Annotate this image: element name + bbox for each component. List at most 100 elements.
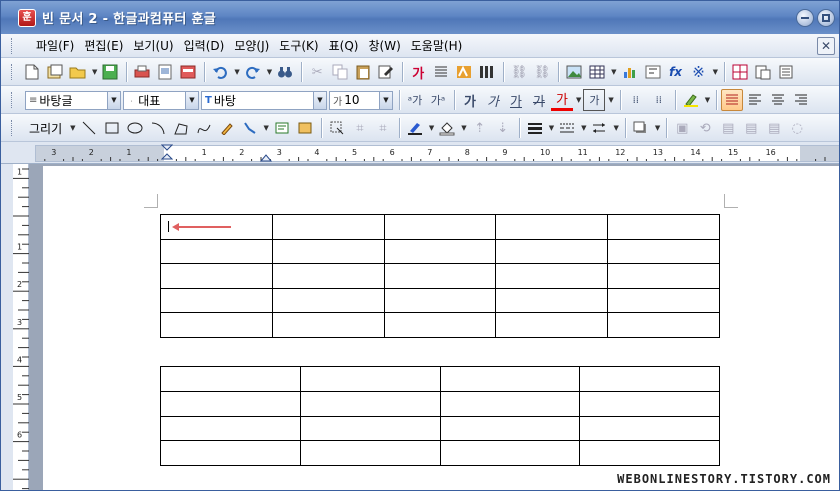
table-cell[interactable] bbox=[439, 366, 581, 392]
page-layout-icon[interactable] bbox=[729, 61, 751, 83]
table-cell[interactable] bbox=[299, 366, 441, 392]
table-cell[interactable] bbox=[607, 263, 720, 289]
table-cell[interactable] bbox=[160, 238, 273, 265]
align-justify-button[interactable] bbox=[721, 89, 744, 111]
table-cell[interactable] bbox=[495, 312, 609, 338]
more-icon[interactable]: ◌ bbox=[786, 117, 808, 139]
table-cell[interactable] bbox=[495, 263, 609, 289]
style-select[interactable]: ≡ 바탕글 ▼ bbox=[25, 90, 121, 110]
line-color-icon[interactable] bbox=[404, 117, 426, 139]
table-5x5[interactable] bbox=[160, 214, 720, 338]
maximize-button[interactable] bbox=[817, 9, 835, 27]
bring-forward-icon[interactable]: ⇡ bbox=[469, 117, 491, 139]
new-window-icon[interactable] bbox=[44, 61, 66, 83]
ungroup-icon[interactable]: ⌗ bbox=[372, 117, 394, 139]
chevron-down-icon[interactable]: ▼ bbox=[313, 91, 326, 109]
bold-button[interactable]: 가 bbox=[459, 89, 481, 111]
table-cell[interactable] bbox=[160, 366, 301, 392]
table-cell[interactable] bbox=[607, 312, 720, 338]
increase-font-icon[interactable]: 가ᵃ bbox=[427, 89, 449, 111]
menu-format[interactable]: 모양(J) bbox=[229, 36, 274, 56]
rotate-icon[interactable]: ⟲ bbox=[694, 117, 716, 139]
highlight-pen-icon[interactable] bbox=[680, 89, 702, 111]
table-cell[interactable] bbox=[439, 390, 581, 417]
draw-textbox-icon[interactable] bbox=[271, 117, 293, 139]
table-cell[interactable] bbox=[495, 238, 609, 265]
strikethrough-button[interactable]: 가 bbox=[528, 89, 550, 111]
table-cell[interactable] bbox=[299, 415, 441, 442]
symbol-icon[interactable]: ※ bbox=[688, 61, 710, 83]
menu-help[interactable]: 도움말(H) bbox=[406, 36, 468, 56]
copy-icon[interactable] bbox=[329, 61, 351, 83]
line-color-dropdown-icon[interactable]: ▼ bbox=[429, 124, 434, 132]
font-size-select[interactable]: 가 10 ▼ bbox=[329, 90, 393, 110]
open-folder-icon[interactable] bbox=[67, 61, 89, 83]
fill-color-dropdown-icon[interactable]: ▼ bbox=[461, 124, 466, 132]
align-left-button[interactable] bbox=[744, 89, 766, 111]
arrow-style-dropdown-icon[interactable]: ▼ bbox=[613, 124, 618, 132]
shadow-dropdown-icon[interactable]: ▼ bbox=[655, 124, 660, 132]
open-dropdown-icon[interactable]: ▼ bbox=[92, 68, 97, 76]
toolbar-grip[interactable] bbox=[11, 38, 14, 54]
table-cell[interactable] bbox=[160, 390, 301, 417]
draw-curve-icon[interactable] bbox=[193, 117, 215, 139]
document-canvas[interactable] bbox=[29, 164, 839, 490]
columns-icon[interactable] bbox=[476, 61, 498, 83]
table-cell[interactable] bbox=[383, 214, 497, 240]
send-backward-icon[interactable]: ⇣ bbox=[492, 117, 514, 139]
line-thickness-icon[interactable] bbox=[524, 117, 546, 139]
bookmark-icon[interactable]: ⛓ bbox=[531, 61, 553, 83]
table-cell[interactable] bbox=[439, 440, 581, 466]
hwp-app-icon[interactable]: 훈 bbox=[18, 8, 36, 27]
distribute-icon[interactable]: ▤ bbox=[717, 117, 739, 139]
table-cell[interactable] bbox=[160, 415, 301, 442]
draw-polygon-icon[interactable] bbox=[170, 117, 192, 139]
menu-file[interactable]: 파일(F) bbox=[31, 36, 79, 56]
draw-pencil-icon[interactable] bbox=[216, 117, 238, 139]
table-cell[interactable] bbox=[271, 238, 385, 265]
menu-edit[interactable]: 편집(E) bbox=[79, 36, 128, 56]
draw-line-icon[interactable] bbox=[78, 117, 100, 139]
underline-button[interactable]: 가 bbox=[505, 89, 527, 111]
shadow-icon[interactable] bbox=[630, 117, 652, 139]
table-cell[interactable] bbox=[495, 214, 609, 240]
menu-table[interactable]: 표(Q) bbox=[324, 36, 364, 56]
save-pdf-icon[interactable] bbox=[177, 61, 199, 83]
print-preview-icon[interactable] bbox=[154, 61, 176, 83]
table-cell[interactable] bbox=[383, 263, 497, 289]
insert-table-icon[interactable] bbox=[586, 61, 608, 83]
table-cell[interactable] bbox=[271, 214, 385, 240]
draw-arc-icon[interactable] bbox=[147, 117, 169, 139]
table-cell[interactable] bbox=[299, 390, 441, 417]
align-right-button[interactable] bbox=[790, 89, 812, 111]
table-cell[interactable] bbox=[271, 263, 385, 289]
table-cell[interactable] bbox=[607, 287, 720, 314]
minimize-button[interactable] bbox=[796, 9, 814, 27]
table-cell[interactable] bbox=[271, 287, 385, 314]
document-page[interactable] bbox=[43, 166, 839, 490]
table-cell[interactable] bbox=[160, 312, 273, 338]
insert-picture-icon[interactable] bbox=[563, 61, 585, 83]
redo-icon[interactable] bbox=[242, 61, 264, 83]
decrease-font-icon[interactable]: ᵃ가 bbox=[404, 89, 426, 111]
highlight-dropdown-icon[interactable]: ▼ bbox=[705, 96, 710, 104]
language-select[interactable]: ᆞ 대표 ▼ bbox=[123, 90, 199, 110]
title-bar[interactable]: 훈 빈 문서 2 - 한글과컴퓨터 훈글 bbox=[1, 1, 839, 34]
undo-dropdown-icon[interactable]: ▼ bbox=[234, 68, 239, 76]
draw-dropdown-icon[interactable]: ▼ bbox=[70, 124, 75, 132]
options-icon[interactable] bbox=[775, 61, 797, 83]
menu-insert[interactable]: 입력(D) bbox=[179, 36, 230, 56]
char-spacing-narrow-icon[interactable]: ⁞⁞ bbox=[625, 89, 647, 111]
arrow-style-icon[interactable] bbox=[588, 117, 610, 139]
font-color-button[interactable]: 가 bbox=[551, 89, 573, 111]
draw-ellipse-icon[interactable] bbox=[124, 117, 146, 139]
line-style-dropdown-icon[interactable]: ▼ bbox=[581, 124, 586, 132]
select-object-icon[interactable] bbox=[326, 117, 348, 139]
toolbar-grip[interactable] bbox=[11, 64, 14, 80]
toolbar-grip[interactable] bbox=[11, 120, 14, 136]
undo-icon[interactable] bbox=[209, 61, 231, 83]
order-icon[interactable]: ▤ bbox=[740, 117, 762, 139]
chevron-down-icon[interactable]: ▼ bbox=[107, 91, 120, 109]
font-select[interactable]: T 바탕 ▼ bbox=[201, 90, 327, 110]
align-center-button[interactable] bbox=[767, 89, 789, 111]
